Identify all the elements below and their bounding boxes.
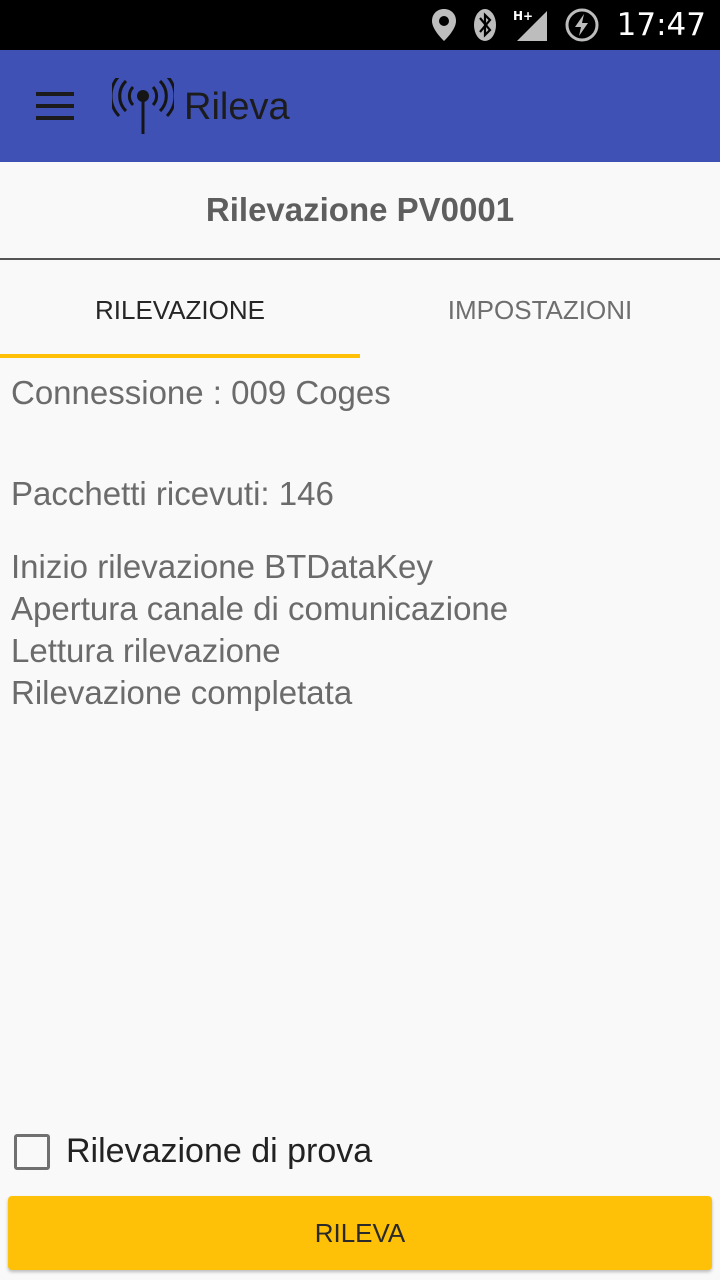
test-checkbox[interactable] bbox=[14, 1133, 50, 1170]
menu-button[interactable] bbox=[24, 80, 88, 132]
title-divider bbox=[0, 258, 720, 260]
status-icons: H+ 17:47 bbox=[431, 0, 706, 50]
test-checkbox-row[interactable]: Rilevazione di prova bbox=[14, 1132, 372, 1171]
menu-icon bbox=[36, 92, 74, 96]
log-line: Lettura rilevazione bbox=[11, 632, 281, 669]
tab-impostazioni[interactable]: IMPOSTAZIONI bbox=[360, 262, 720, 358]
tab-rilevazione[interactable]: RILEVAZIONE bbox=[0, 262, 360, 358]
app-bar bbox=[0, 50, 720, 162]
log-line: Rilevazione completata bbox=[11, 674, 353, 711]
signal-h-plus-icon: H+ bbox=[513, 9, 547, 41]
packets-text: Pacchetti ricevuti: 146 bbox=[11, 475, 334, 512]
svg-text:H+: H+ bbox=[513, 9, 533, 23]
tab-indicator bbox=[0, 354, 360, 358]
battery-charging-icon bbox=[565, 8, 599, 42]
log-line: Inizio rilevazione BTDataKey bbox=[11, 548, 433, 585]
status-time: 17:47 bbox=[616, 7, 706, 43]
app-title: Rileva bbox=[184, 86, 290, 128]
status-bar: H+ 17:47 bbox=[0, 0, 720, 50]
rileva-button[interactable]: RILEVA bbox=[8, 1196, 712, 1270]
log-line: Apertura canale di comunicazione bbox=[11, 590, 509, 627]
bluetooth-icon bbox=[473, 9, 496, 41]
page-title: Rilevazione PV0001 bbox=[205, 191, 515, 228]
location-icon bbox=[431, 9, 456, 41]
connection-text: Connessione : 009 Coges bbox=[11, 374, 391, 411]
log-list: Inizio rilevazione BTDataKey Apertura ca… bbox=[11, 546, 508, 714]
test-checkbox-label: Rilevazione di prova bbox=[66, 1132, 373, 1170]
antenna-icon bbox=[112, 78, 174, 134]
